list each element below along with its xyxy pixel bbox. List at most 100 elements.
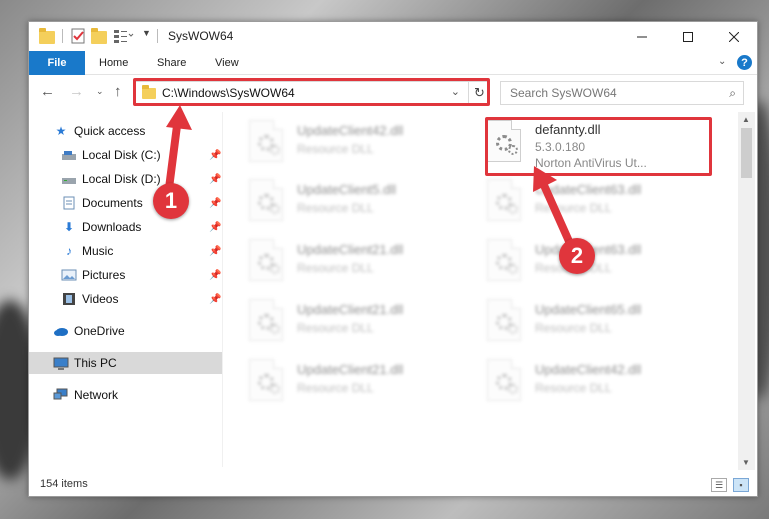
- file-name: UpdateClient63.dll: [535, 182, 642, 197]
- file-item[interactable]: UpdateClient63.dll Resource DLL: [487, 239, 717, 291]
- dll-file-icon: [487, 359, 521, 401]
- sidebar-item-label: Quick access: [74, 124, 146, 138]
- file-item[interactable]: UpdateClient42.dll Resource DLL: [249, 120, 479, 172]
- drive-icon: [61, 172, 77, 186]
- minimize-button[interactable]: [619, 22, 665, 51]
- sidebar-item-downloads[interactable]: ⬇ Downloads 📌: [29, 216, 222, 238]
- step-1-badge: 1: [153, 183, 189, 219]
- file-name: UpdateClient42.dll: [535, 362, 642, 377]
- file-item[interactable]: UpdateClient5.dll Resource DLL: [249, 179, 479, 231]
- file-type: Resource DLL: [535, 201, 612, 215]
- sidebar-item-label: Documents: [82, 196, 143, 210]
- tab-share[interactable]: Share: [157, 57, 186, 69]
- scroll-up-icon[interactable]: ▲: [742, 115, 750, 124]
- window-title: SysWOW64: [168, 29, 234, 43]
- separator: [62, 29, 63, 43]
- sidebar-item-label: Local Disk (C:): [82, 148, 161, 162]
- dll-file-icon: [249, 179, 283, 221]
- sidebar-item-label: Music: [82, 244, 114, 258]
- properties-icon[interactable]: [70, 28, 86, 44]
- tab-view[interactable]: View: [215, 57, 239, 69]
- network-icon: [53, 388, 69, 402]
- help-icon[interactable]: ?: [737, 55, 752, 70]
- title-bar: ▼ SysWOW64: [29, 22, 757, 51]
- cloud-icon: [53, 324, 69, 338]
- dll-file-icon: [249, 299, 283, 341]
- dll-file-icon: [249, 239, 283, 281]
- maximize-button[interactable]: [665, 22, 711, 51]
- file-name: UpdateClient21.dll: [297, 362, 404, 377]
- dll-file-icon: [487, 239, 521, 281]
- sidebar-item-documents[interactable]: Documents 📌: [29, 192, 222, 214]
- pin-icon[interactable]: 📌: [209, 270, 221, 281]
- dropdown-icon[interactable]: ▼: [142, 28, 158, 44]
- sidebar-item-local-disk-c[interactable]: Local Disk (C:) 📌: [29, 144, 222, 166]
- pictures-icon: [61, 268, 77, 282]
- pin-icon[interactable]: 📌: [209, 150, 221, 161]
- large-icons-view-icon[interactable]: ▪: [733, 478, 749, 492]
- file-item[interactable]: UpdateClient21.dll Resource DLL: [249, 239, 479, 291]
- videos-icon: [61, 292, 77, 306]
- file-type: Resource DLL: [535, 381, 612, 395]
- dll-file-icon: [249, 359, 283, 401]
- file-type: Resource DLL: [297, 142, 374, 156]
- file-item[interactable]: UpdateClient42.dll Resource DLL: [487, 359, 717, 411]
- sidebar-item-label: Videos: [82, 292, 119, 306]
- sidebar-item-onedrive[interactable]: OneDrive: [29, 320, 222, 342]
- pin-icon[interactable]: 📌: [209, 294, 221, 305]
- vertical-scrollbar[interactable]: ▲ ▼: [738, 112, 755, 470]
- sidebar-item-this-pc[interactable]: This PC: [29, 352, 222, 374]
- file-item[interactable]: UpdateClient63.dll Resource DLL: [487, 179, 717, 231]
- folder-icon: [39, 28, 55, 44]
- file-name: UpdateClient21.dll: [297, 242, 404, 257]
- documents-icon: [61, 196, 77, 210]
- sidebar-item-network[interactable]: Network: [29, 384, 222, 406]
- download-icon: ⬇: [63, 220, 75, 234]
- sidebar-item-videos[interactable]: Videos 📌: [29, 288, 222, 310]
- customize-toolbar-icon[interactable]: [113, 28, 134, 44]
- search-input[interactable]: Search SysWOW64: [510, 86, 617, 100]
- tab-file[interactable]: File: [29, 51, 85, 75]
- file-item[interactable]: UpdateClient21.dll Resource DLL: [249, 299, 479, 351]
- file-item[interactable]: UpdateClient21.dll Resource DLL: [249, 359, 479, 411]
- forward-arrow-icon[interactable]: →: [69, 83, 84, 100]
- pin-icon[interactable]: 📌: [209, 222, 221, 233]
- separator: [157, 29, 158, 43]
- sidebar-item-music[interactable]: ♪ Music 📌: [29, 240, 222, 262]
- file-type: Resource DLL: [297, 261, 374, 275]
- sidebar-item-label: Pictures: [82, 268, 126, 282]
- music-icon: ♪: [66, 244, 72, 258]
- scroll-down-icon[interactable]: ▼: [742, 458, 750, 467]
- up-arrow-icon[interactable]: ↑: [114, 83, 122, 100]
- scroll-thumb[interactable]: [741, 128, 752, 178]
- sidebar-item-label: Local Disk (D:): [82, 172, 161, 186]
- pin-icon[interactable]: 📌: [209, 246, 221, 257]
- back-arrow-icon[interactable]: ←: [40, 83, 55, 100]
- pin-icon[interactable]: 📌: [209, 198, 221, 209]
- pane-divider[interactable]: [222, 112, 223, 467]
- recent-locations-icon[interactable]: ⌄: [96, 86, 104, 97]
- expand-ribbon-icon[interactable]: ⌄: [718, 56, 726, 67]
- pin-icon[interactable]: 📌: [209, 174, 221, 185]
- search-box[interactable]: Search SysWOW64 ⌕: [500, 81, 744, 105]
- file-item[interactable]: UpdateClient65.dll Resource DLL: [487, 299, 717, 351]
- item-count: 154 items: [40, 478, 88, 490]
- ribbon-tabs: File Home Share View ⌄ ?: [29, 51, 757, 75]
- status-bar: 154 items ☰ ▪: [29, 474, 757, 496]
- sidebar-item-label: Network: [74, 388, 119, 402]
- star-icon: ★: [55, 124, 67, 138]
- file-name: UpdateClient65.dll: [535, 302, 642, 317]
- sidebar-item-pictures[interactable]: Pictures 📌: [29, 264, 222, 286]
- close-button[interactable]: [711, 22, 757, 51]
- dll-file-icon: [487, 299, 521, 341]
- search-icon[interactable]: ⌕: [729, 86, 736, 101]
- step-2-badge: 2: [559, 238, 595, 274]
- sidebar-item-quick-access[interactable]: ★ Quick access: [29, 120, 222, 142]
- new-folder-icon[interactable]: [91, 28, 107, 44]
- computer-icon: [53, 356, 69, 370]
- sidebar-item-label: OneDrive: [74, 324, 125, 338]
- tab-home[interactable]: Home: [99, 57, 128, 69]
- dll-file-icon: [487, 179, 521, 221]
- details-view-icon[interactable]: ☰: [711, 478, 727, 492]
- sidebar-item-local-disk-d[interactable]: Local Disk (D:) 📌: [29, 168, 222, 190]
